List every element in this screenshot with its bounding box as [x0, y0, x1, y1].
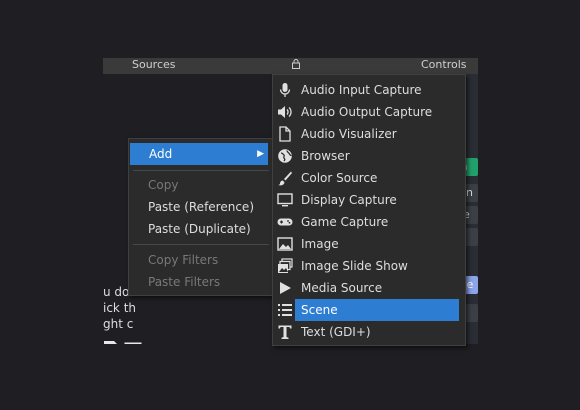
menu-item-add[interactable]: Add ▶: [130, 143, 268, 165]
menu-item-label: Image Slide Show: [301, 259, 408, 273]
dock-header: Sources Controls: [103, 58, 478, 74]
menu-item-image-slide-show[interactable]: Image Slide Show: [273, 255, 465, 277]
sources-hint-line: ick th: [103, 301, 137, 315]
brush-icon: [277, 170, 293, 186]
menu-item-label: Audio Input Capture: [301, 83, 422, 97]
menu-item-color-source[interactable]: Color Source: [273, 167, 465, 189]
menu-item-paste-duplicate[interactable]: Paste (Duplicate): [129, 218, 273, 240]
menu-item-label: Text (GDI+): [301, 325, 371, 339]
menu-item-label: Paste (Duplicate): [148, 222, 251, 236]
menu-item-label: Audio Visualizer: [301, 127, 397, 141]
globe-icon: [277, 148, 293, 164]
menu-item-paste-reference[interactable]: Paste (Reference): [129, 196, 273, 218]
monitor-icon: [277, 192, 293, 208]
gamepad-icon: [277, 214, 293, 230]
menu-item-label: Image: [301, 237, 339, 251]
menu-item-copy[interactable]: Copy: [129, 174, 273, 196]
slideshow-icon: [277, 258, 293, 274]
menu-item-paste-filters[interactable]: Paste Filters: [129, 271, 273, 293]
menu-item-copy-filters[interactable]: Copy Filters: [129, 249, 273, 271]
menu-item-audio-output-capture[interactable]: Audio Output Capture: [273, 101, 465, 123]
menu-item-browser[interactable]: Browser: [273, 145, 465, 167]
menu-item-label: Paste (Reference): [148, 200, 254, 214]
file-icon: [103, 340, 121, 344]
menu-item-label: Browser: [301, 149, 350, 163]
image-icon: [124, 342, 142, 344]
menu-item-display-capture[interactable]: Display Capture: [273, 189, 465, 211]
menu-item-label: Paste Filters: [148, 275, 221, 289]
chevron-right-icon: ▶: [257, 149, 264, 159]
menu-item-label: Copy Filters: [148, 253, 219, 267]
menu-item-image[interactable]: Image: [273, 233, 465, 255]
microphone-icon: [277, 82, 293, 98]
menu-item-audio-visualizer[interactable]: Audio Visualizer: [273, 123, 465, 145]
controls-dock-title: Controls: [421, 58, 467, 71]
sources-context-menu: Add ▶ Copy Paste (Reference) Paste (Dupl…: [128, 138, 274, 296]
sources-hint-line: ght c: [103, 317, 134, 331]
menu-item-text-gdi[interactable]: Text (GDI+): [273, 321, 465, 343]
menu-item-label: Color Source: [301, 171, 378, 185]
menu-separator: [133, 170, 269, 171]
sources-dock-title: Sources: [132, 58, 176, 71]
menu-item-media-source[interactable]: Media Source: [273, 277, 465, 299]
menu-item-audio-input-capture[interactable]: Audio Input Capture: [273, 79, 465, 101]
menu-item-label: Add: [149, 147, 173, 161]
menu-item-game-capture[interactable]: Game Capture: [273, 211, 465, 233]
document-icon: [277, 126, 293, 142]
lock-icon[interactable]: [292, 59, 300, 72]
text-icon: [277, 324, 293, 340]
menu-item-label: Display Capture: [301, 193, 397, 207]
play-icon: [277, 280, 293, 296]
menu-item-label: Scene: [301, 303, 338, 317]
list-icon: [277, 302, 293, 318]
menu-item-label: Audio Output Capture: [301, 105, 433, 119]
menu-item-label: Copy: [148, 178, 179, 192]
menu-separator: [133, 244, 269, 245]
image-icon: [277, 236, 293, 252]
menu-item-scene[interactable]: Scene: [273, 299, 465, 321]
add-source-submenu: Audio Input Capture Audio Output Capture…: [272, 74, 466, 346]
speaker-icon: [277, 104, 293, 120]
menu-item-label: Game Capture: [301, 215, 389, 229]
menu-item-label: Media Source: [301, 281, 383, 295]
